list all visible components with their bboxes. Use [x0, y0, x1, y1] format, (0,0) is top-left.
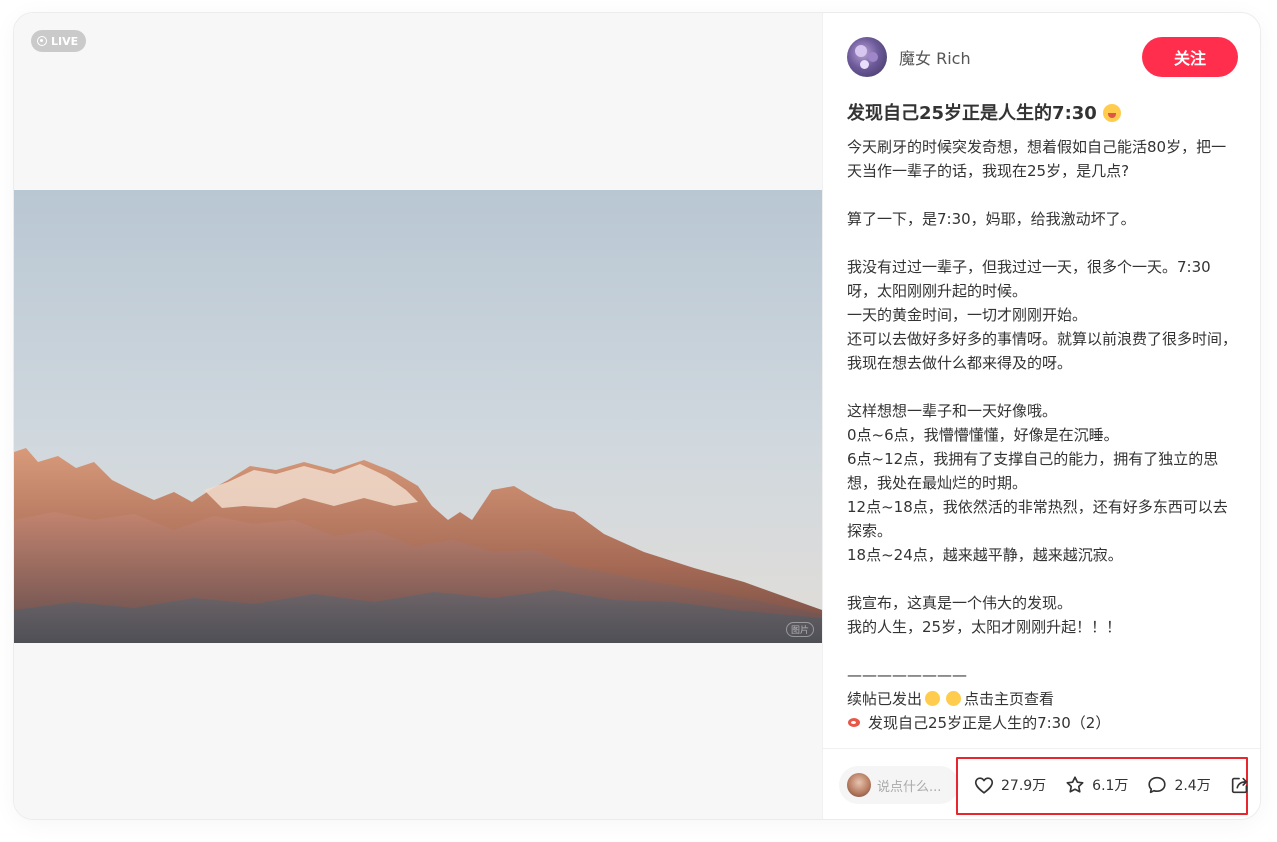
- star-icon: [1066, 776, 1084, 793]
- mountain-image: [14, 190, 822, 643]
- heart-icon: [974, 777, 994, 794]
- followup-link[interactable]: 发现自己25岁正是人生的7:30（2）: [868, 714, 1110, 732]
- comment-button[interactable]: 2.4万: [1146, 774, 1211, 796]
- live-photo-icon: [37, 36, 47, 46]
- pin-icon: [847, 715, 862, 730]
- comment-input[interactable]: 说点什么...: [839, 766, 959, 804]
- note-detail-card: LIVE 图片 魔女 Rich 关注 发现自己25岁正是人生的7:30 今天刷牙…: [13, 12, 1261, 820]
- comment-icon: [1148, 776, 1167, 794]
- like-button[interactable]: 27.9万: [973, 774, 1046, 796]
- followup-line-1: 续帖已发出 点击主页查看: [847, 687, 1239, 711]
- note-side-panel: 魔女 Rich 关注 发现自己25岁正是人生的7:30 今天刷牙的时候突发奇想，…: [822, 13, 1260, 819]
- action-buttons: 27.9万 6.1万 2.4万: [973, 772, 1251, 798]
- followup-suffix: 点击主页查看: [964, 690, 1055, 708]
- share-icon: [1231, 777, 1247, 794]
- engagement-bar: 说点什么... 27.9万 6.1万 2.4万: [823, 748, 1260, 819]
- followup-line-2[interactable]: 发现自己25岁正是人生的7:30（2）: [847, 711, 1239, 735]
- comment-count: 2.4万: [1174, 778, 1211, 794]
- share-button[interactable]: [1229, 774, 1251, 796]
- yum-emoji-icon: [925, 691, 941, 706]
- note-photo[interactable]: 图片: [14, 190, 822, 643]
- live-label: LIVE: [51, 34, 79, 48]
- note-content: 发现自己25岁正是人生的7:30 今天刷牙的时候突发奇想，想着假如自己能活80岁…: [847, 101, 1239, 741]
- collect-button[interactable]: 6.1万: [1064, 774, 1128, 796]
- author-name[interactable]: 魔女 Rich: [899, 45, 971, 69]
- yum-emoji-icon: [946, 691, 962, 706]
- author-avatar[interactable]: [847, 37, 887, 77]
- live-badge[interactable]: LIVE: [31, 30, 87, 52]
- author-info[interactable]: 魔女 Rich: [847, 37, 971, 77]
- note-body: 今天刷牙的时候突发奇想，想着假如自己能活80岁，把一天当作一辈子的话，我现在25…: [847, 138, 1238, 684]
- image-watermark: 图片: [785, 622, 814, 637]
- user-avatar: [847, 773, 871, 797]
- collect-count: 6.1万: [1092, 778, 1129, 794]
- like-count: 27.9万: [1001, 778, 1047, 794]
- note-title: 发现自己25岁正是人生的7:30: [847, 101, 1239, 127]
- media-panel: LIVE 图片: [14, 13, 822, 819]
- follow-button[interactable]: 关注: [1142, 37, 1238, 77]
- comment-placeholder: 说点什么...: [877, 779, 942, 795]
- followup-prefix: 续帖已发出: [847, 690, 923, 708]
- crying-emoji-icon: [1102, 104, 1121, 122]
- note-title-text: 发现自己25岁正是人生的7:30: [847, 103, 1097, 124]
